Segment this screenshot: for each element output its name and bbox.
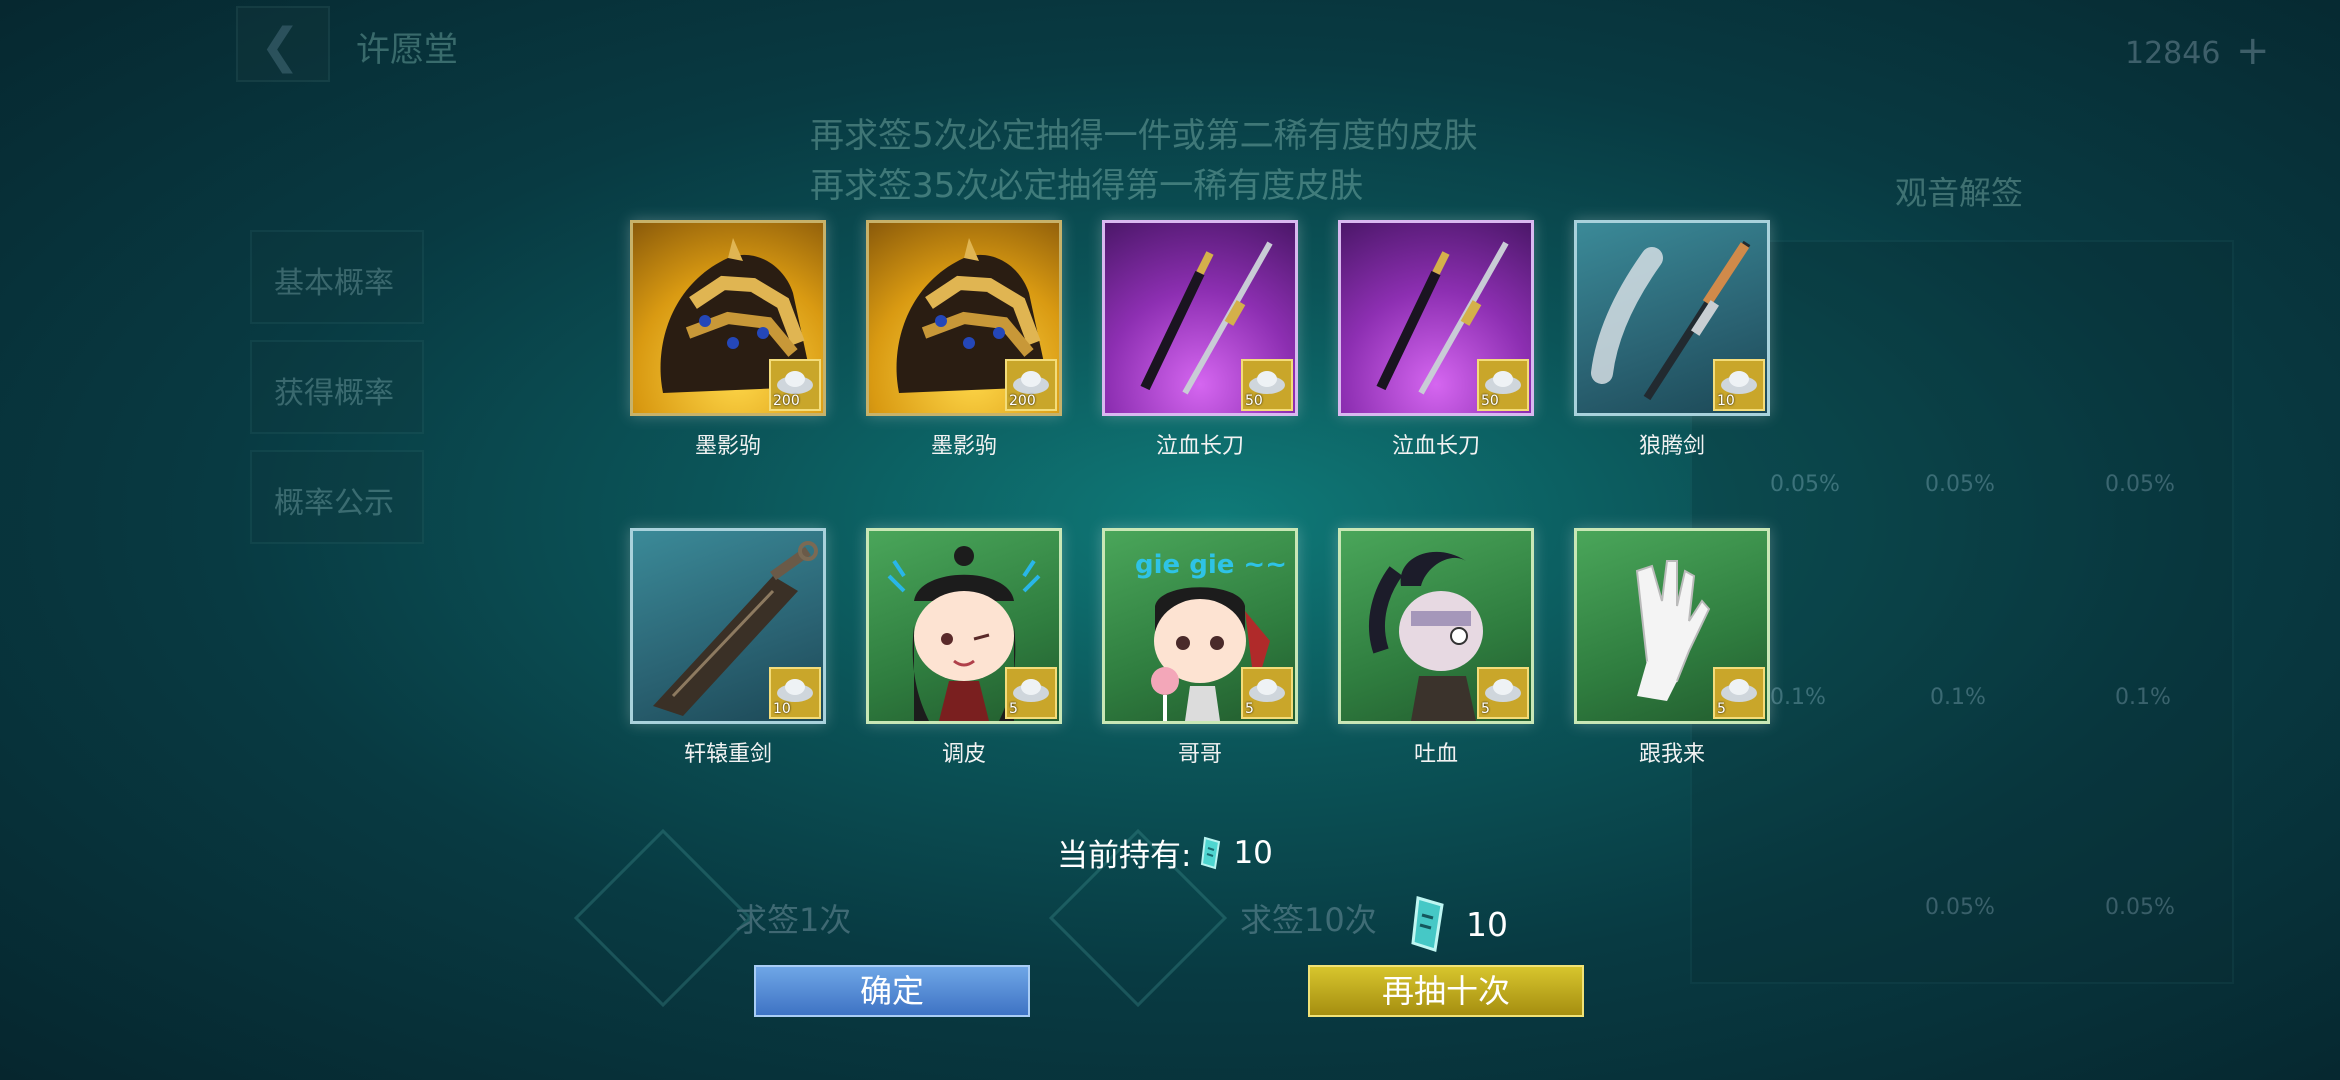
bg-tab-3: 概率公示 xyxy=(250,450,424,544)
silver-ingot-badge: 5 xyxy=(1477,667,1529,719)
bg-currency-value: 12846 xyxy=(2125,36,2221,71)
reward-frame: 10 xyxy=(1574,220,1770,416)
reward-count: 50 xyxy=(1245,393,1263,409)
confirm-button[interactable]: 确定 xyxy=(754,965,1030,1017)
reward-name: 哥哥 xyxy=(1177,742,1222,767)
reward-name: 泣血长刀 xyxy=(1391,434,1480,459)
reward-count: 50 xyxy=(1481,393,1499,409)
bg-pct: 0.1% xyxy=(1930,685,1986,710)
emote-text: gie gie ~~ xyxy=(1135,550,1287,580)
holding-label: 当前持有: xyxy=(1057,838,1192,874)
reward-frame: 5 xyxy=(1574,528,1770,724)
bg-pct: 0.1% xyxy=(2115,685,2171,710)
reward-slot[interactable]: 200 墨影驹 xyxy=(866,220,1062,460)
bg-pct: 0.05% xyxy=(1925,472,1995,497)
silver-ingot-badge: 5 xyxy=(1241,667,1293,719)
bg-pity-line-1: 再求签5次必定抽得一件或第二稀有度的皮肤 xyxy=(810,116,1478,156)
bg-tab-2: 获得概率 xyxy=(250,340,424,434)
reward-count: 10 xyxy=(773,701,791,717)
silver-ingot-badge: 5 xyxy=(1713,667,1765,719)
reward-slot[interactable]: 5 调皮 xyxy=(866,528,1062,768)
cost-value: 10 xyxy=(1466,904,1508,944)
back-arrow-icon: ❮ xyxy=(260,18,301,74)
silver-ingot-badge: 10 xyxy=(769,667,821,719)
bg-draw1-diamond xyxy=(573,828,753,1008)
reward-count: 5 xyxy=(1245,701,1254,717)
reward-frame: 50 xyxy=(1102,220,1298,416)
reward-frame: 5 xyxy=(1338,528,1534,724)
reward-slot[interactable]: 200 墨影驹 xyxy=(630,220,826,460)
lottery-stick-icon xyxy=(1201,836,1221,869)
reward-slot[interactable]: 50 泣血长刀 xyxy=(1102,220,1298,460)
reward-name: 吐血 xyxy=(1413,742,1458,767)
bg-odds-panel xyxy=(1690,240,2234,984)
reward-frame: 50 xyxy=(1338,220,1534,416)
silver-ingot-badge: 50 xyxy=(1477,359,1529,411)
bg-pct: 0.1% xyxy=(1770,685,1826,710)
reward-slot[interactable]: 5 跟我来 xyxy=(1574,528,1770,768)
reward-name: 泣血长刀 xyxy=(1155,434,1244,459)
reward-name: 轩辕重剑 xyxy=(683,742,772,767)
bg-add-icon: + xyxy=(2236,28,2270,74)
bg-pct: 0.05% xyxy=(2105,472,2175,497)
reward-name: 墨影驹 xyxy=(694,434,761,459)
reward-slot[interactable]: 50 泣血长刀 xyxy=(1338,220,1534,460)
reward-slot[interactable]: 10 狼腾剑 xyxy=(1574,220,1770,460)
reward-slot[interactable]: 5 吐血 xyxy=(1338,528,1534,768)
bg-pct: 0.05% xyxy=(2105,895,2175,920)
bg-pct: 0.05% xyxy=(1770,472,1840,497)
reward-count: 5 xyxy=(1009,701,1018,717)
reward-count: 200 xyxy=(1009,393,1036,409)
reward-count: 10 xyxy=(1717,393,1735,409)
silver-ingot-badge: 200 xyxy=(769,359,821,411)
bg-tab-1: 基本概率 xyxy=(250,230,424,324)
reward-count: 5 xyxy=(1481,701,1490,717)
silver-ingot-badge: 200 xyxy=(1005,359,1057,411)
bg-pity-line-2: 再求签35次必定抽得第一稀有度皮肤 xyxy=(810,166,1364,206)
reward-slot[interactable]: 10 轩辕重剑 xyxy=(630,528,826,768)
reward-frame: 5 xyxy=(866,528,1062,724)
lottery-stick-icon xyxy=(1411,896,1444,952)
reward-frame: 200 xyxy=(866,220,1062,416)
current-holding: 当前持有: 10 xyxy=(1057,830,1273,875)
reward-slot[interactable]: gie gie ~~ 5 哥哥 xyxy=(1102,528,1298,768)
holding-value: 10 xyxy=(1233,834,1273,871)
draw-cost: 10 xyxy=(1408,895,1508,953)
reward-count: 5 xyxy=(1717,701,1726,717)
reward-name: 墨影驹 xyxy=(930,434,997,459)
reward-frame: 10 xyxy=(630,528,826,724)
silver-ingot-badge: 50 xyxy=(1241,359,1293,411)
bg-panel-title: 观音解签 xyxy=(1895,174,2024,212)
silver-ingot-badge: 10 xyxy=(1713,359,1765,411)
reward-name: 狼腾剑 xyxy=(1638,434,1705,459)
draw-ten-again-button[interactable]: 再抽十次 xyxy=(1308,965,1584,1017)
reward-count: 200 xyxy=(773,393,800,409)
reward-name: 跟我来 xyxy=(1638,742,1705,767)
back-button: ❮ xyxy=(236,6,330,82)
reward-frame: gie gie ~~ 5 xyxy=(1102,528,1298,724)
bg-pct: 0.05% xyxy=(1925,895,1995,920)
reward-name: 调皮 xyxy=(941,742,986,767)
bg-page-title: 许愿堂 xyxy=(356,30,458,70)
reward-frame: 200 xyxy=(630,220,826,416)
silver-ingot-badge: 5 xyxy=(1005,667,1057,719)
bg-draw1-label: 求签1次 xyxy=(735,901,852,939)
bg-draw10-label: 求签10次 xyxy=(1240,901,1377,939)
